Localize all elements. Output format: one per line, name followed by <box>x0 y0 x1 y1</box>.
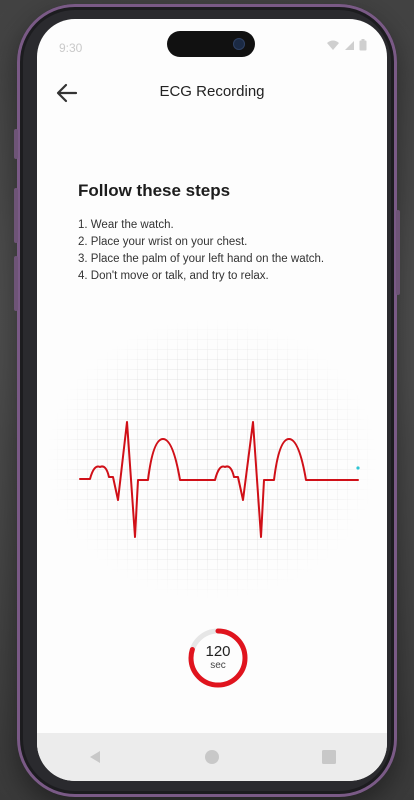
battery-icon <box>359 39 367 51</box>
ecg-cursor-dot <box>356 466 360 470</box>
instructions-heading: Follow these steps <box>78 181 231 200</box>
timer-readout: 120 sec <box>187 644 249 672</box>
nav-recents-button[interactable] <box>309 742 349 772</box>
step-item: 3. Place the palm of your left hand on t… <box>78 253 325 265</box>
system-nav-bar <box>37 733 387 781</box>
step-item: 2. Place your wrist on your chest. <box>78 236 248 248</box>
triangle-back-icon <box>90 751 101 763</box>
step-item: 4. Don't move or talk, and try to relax. <box>78 270 269 282</box>
steps-list: 1. Wear the watch. 2. Place your wrist o… <box>78 217 324 285</box>
side-button-left-2 <box>14 188 18 243</box>
timer-unit: sec <box>210 660 226 671</box>
nav-back-button[interactable] <box>75 742 115 772</box>
signal-icon <box>345 40 354 50</box>
step-item: 1. Wear the watch. <box>78 219 174 231</box>
side-button-left-1 <box>14 129 18 159</box>
ecg-grid <box>47 319 377 599</box>
circle-home-icon <box>204 750 219 764</box>
nav-home-button[interactable] <box>192 742 232 772</box>
side-button-right <box>396 210 400 295</box>
wifi-icon <box>327 40 339 50</box>
status-time: 9:30 <box>59 41 83 55</box>
page-title: ECG Recording <box>159 83 265 100</box>
screen: 9:30 ECG Recording Follow these steps 1.… <box>37 19 387 781</box>
camera-icon <box>233 38 245 50</box>
timer-value: 120 <box>205 643 231 660</box>
side-button-left-3 <box>14 256 18 311</box>
square-recents-icon <box>321 750 336 764</box>
status-icons <box>326 39 367 51</box>
dynamic-island <box>167 31 255 57</box>
ecg-graph <box>47 319 377 599</box>
